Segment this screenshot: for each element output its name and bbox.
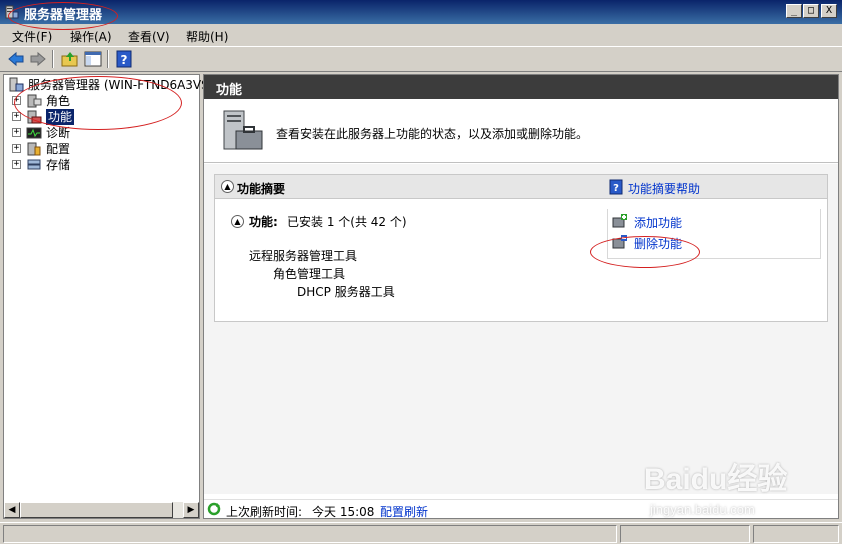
status-panel: [620, 525, 750, 543]
storage-icon: [27, 159, 41, 170]
tree-item-storage[interactable]: + 存储: [10, 157, 190, 173]
scroll-thumb[interactable]: [20, 502, 173, 518]
svg-text:?: ?: [613, 183, 619, 194]
watermark-brand: Baidu经验: [644, 463, 788, 496]
watermark-url: jingyan.baidu.com: [650, 502, 755, 517]
features-summary-section: ▲ 功能摘要 ? 功能摘要帮助 ▲ 功能: 已安装 1 个(共 42 个) 远程…: [214, 174, 828, 322]
expand-button[interactable]: +: [12, 96, 21, 105]
add-feature-icon: [612, 214, 627, 228]
tree-item-label: 配置: [46, 142, 71, 156]
tree-item-label-selected: 功能: [46, 109, 75, 125]
status-panel: [3, 525, 617, 543]
expand-button[interactable]: +: [12, 128, 21, 137]
tree-item-features[interactable]: + 功能: [10, 109, 190, 125]
last-refresh-label: 上次刷新时间:: [226, 505, 303, 519]
intro-description: 查看安装在此服务器上功能的状态，以及添加或删除功能。: [276, 127, 589, 141]
tree-root[interactable]: 服务器管理器 (WIN-FTND6A3VSI: [6, 77, 212, 93]
tree-item-diagnostics[interactable]: + 诊断: [10, 125, 190, 141]
installed-feature: DHCP 服务器工具: [297, 285, 395, 299]
section-header: ▲ 功能摘要 ? 功能摘要帮助: [215, 175, 827, 199]
configure-refresh-link[interactable]: 配置刷新: [380, 503, 428, 520]
content-header: 功能: [204, 75, 838, 99]
status-panel: [753, 525, 839, 543]
close-button[interactable]: X: [821, 4, 837, 18]
back-arrow-icon[interactable]: [6, 50, 26, 68]
expand-button[interactable]: +: [12, 112, 21, 121]
toolbar-separator: [52, 50, 54, 68]
minimize-button[interactable]: _: [786, 4, 802, 18]
title-bar: 服务器管理器 _ □ X: [0, 0, 842, 24]
forward-arrow-icon[interactable]: [28, 50, 48, 68]
remove-features-action[interactable]: 删除功能: [612, 234, 732, 252]
remove-feature-icon: [612, 235, 627, 249]
diagnostics-icon: [26, 127, 42, 139]
features-inner-panel: ▲ 功能: 已安装 1 个(共 42 个) 远程服务器管理工具 角色管理工具 D…: [223, 207, 821, 311]
section-title: 功能摘要: [237, 182, 286, 196]
tree-item-label: 角色: [46, 94, 71, 108]
features-icon: [27, 110, 42, 124]
show-hide-console-tree-icon[interactable]: [83, 50, 103, 68]
menu-view[interactable]: 查看(V): [128, 28, 170, 45]
installed-feature: 远程服务器管理工具: [249, 249, 358, 263]
server-manager-icon: [5, 5, 19, 19]
tree-item-label: 诊断: [46, 126, 71, 140]
tree-horizontal-scrollbar[interactable]: ◀ ▶: [4, 502, 199, 518]
menu-help[interactable]: 帮助(H): [186, 28, 228, 45]
help-icon[interactable]: ?: [609, 179, 623, 195]
content-body: ▲ 功能摘要 ? 功能摘要帮助 ▲ 功能: 已安装 1 个(共 42 个) 远程…: [204, 164, 838, 494]
window-title: 服务器管理器: [24, 8, 103, 23]
roles-icon: [27, 94, 42, 108]
features-count-label: 功能:: [249, 215, 278, 229]
expand-button[interactable]: +: [12, 144, 21, 153]
expand-button[interactable]: +: [12, 160, 21, 169]
baidu-watermark: Baidu经验 jingyan.baidu.com: [644, 454, 834, 524]
tree-item-label: 存储: [46, 158, 71, 172]
scroll-right-arrow-icon[interactable]: ▶: [183, 502, 199, 518]
installed-feature: 角色管理工具: [273, 267, 346, 281]
features-large-icon: [223, 110, 263, 150]
summary-help-link[interactable]: 功能摘要帮助: [628, 180, 700, 197]
collapse-section-icon[interactable]: ▲: [221, 180, 234, 193]
toolbar: ?: [0, 46, 842, 72]
intro-panel: 查看安装在此服务器上功能的状态，以及添加或删除功能。: [204, 99, 838, 163]
maximize-button[interactable]: □: [803, 4, 819, 18]
collapse-features-icon[interactable]: ▲: [231, 215, 244, 228]
actions-panel: 添加功能 删除功能: [607, 209, 821, 259]
toolbar-separator: [107, 50, 109, 68]
last-refresh-value: 今天 15:08: [312, 505, 375, 519]
help-icon[interactable]: ?: [114, 50, 134, 68]
menu-action[interactable]: 操作(A): [70, 28, 112, 45]
configuration-icon: [27, 142, 41, 156]
content-pane: 功能 查看安装在此服务器上功能的状态，以及添加或删除功能。 ▲ 功能摘要 ? 功…: [203, 74, 839, 519]
menu-bar: 文件(F) 操作(A) 查看(V) 帮助(H): [0, 24, 842, 46]
svg-text:?: ?: [121, 53, 128, 67]
content-header-title: 功能: [216, 83, 243, 98]
refresh-icon: [207, 502, 221, 516]
tree-root-label: 服务器管理器 (WIN-FTND6A3VSI: [28, 78, 213, 92]
console-tree: 服务器管理器 (WIN-FTND6A3VSI + 角色 + 功能 + 诊断 + …: [3, 74, 212, 519]
add-features-action[interactable]: 添加功能: [612, 213, 732, 231]
menu-file[interactable]: 文件(F): [12, 28, 52, 45]
tree-item-configuration[interactable]: + 配置: [10, 141, 190, 157]
server-manager-icon: [9, 77, 24, 92]
tree-item-roles[interactable]: + 角色: [10, 93, 190, 109]
up-folder-icon[interactable]: [60, 50, 80, 68]
add-features-link[interactable]: 添加功能: [634, 214, 682, 231]
window-status-bar: [0, 522, 842, 544]
scroll-left-arrow-icon[interactable]: ◀: [4, 502, 20, 518]
remove-features-link[interactable]: 删除功能: [634, 235, 682, 252]
features-count-value: 已安装 1 个(共 42 个): [287, 215, 407, 229]
